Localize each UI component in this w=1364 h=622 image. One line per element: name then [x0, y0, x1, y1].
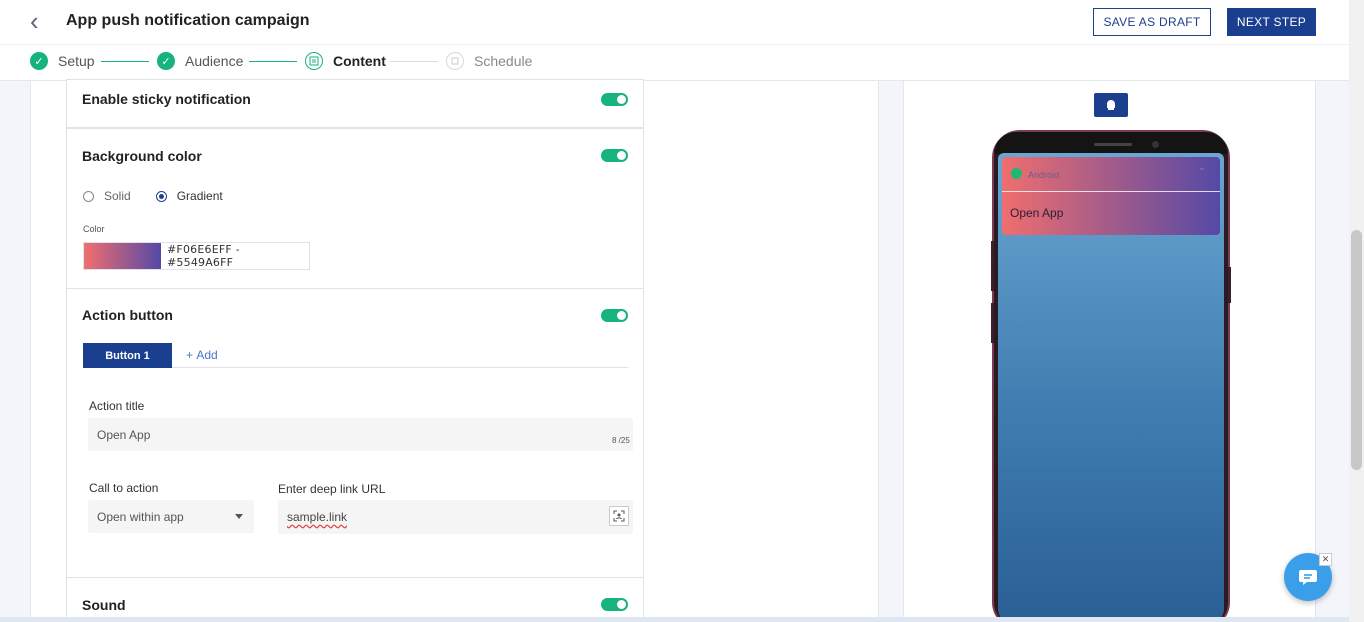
content-form-panel: Enable sticky notification Background co… — [30, 79, 879, 622]
action-title-label: Action title — [89, 399, 145, 413]
color-value: #F06E6EFF - #5549A6FF — [167, 243, 240, 269]
schedule-step-icon — [446, 52, 464, 70]
scan-icon[interactable] — [609, 506, 629, 526]
section-title: Sound — [82, 597, 126, 613]
deep-link-label: Enter deep link URL — [278, 482, 386, 496]
save-as-draft-button[interactable]: SAVE AS DRAFT — [1093, 8, 1211, 36]
notification-header: Android ⌃ — [1002, 157, 1220, 192]
radio-label: Gradient — [176, 189, 223, 203]
step-content[interactable]: Content — [305, 52, 386, 70]
background-color-card: Background color Solid Gradient Color #F… — [66, 128, 644, 289]
step-schedule[interactable]: Schedule — [446, 52, 532, 70]
sticky-notification-card: Enable sticky notification — [66, 79, 644, 128]
phone-power-button — [1228, 267, 1231, 303]
header-divider — [0, 44, 1349, 45]
phone-mockup: Android ⌃ Open App — [992, 130, 1230, 622]
solid-radio[interactable] — [83, 190, 94, 202]
step-label: Content — [333, 53, 386, 69]
call-to-action-select[interactable]: Open within app — [88, 500, 254, 533]
add-label: Add — [196, 348, 218, 362]
action-title-value: Open App — [97, 427, 151, 442]
caret-down-icon — [235, 514, 243, 519]
check-icon: ✓ — [30, 52, 48, 70]
radio-label: Solid — [104, 189, 131, 203]
sound-toggle[interactable] — [601, 598, 628, 611]
gradient-swatch[interactable] — [84, 243, 161, 269]
chevron-up-icon: ⌃ — [1197, 167, 1206, 178]
step-label: Setup — [58, 53, 95, 69]
sound-card: Sound — [66, 577, 644, 622]
scrollbar-thumb[interactable] — [1351, 230, 1362, 470]
step-label: Audience — [185, 53, 244, 69]
notification-preview: Android ⌃ Open App — [1002, 157, 1220, 235]
cta-selected-value: Open within app — [97, 509, 184, 524]
step-connector — [390, 61, 438, 62]
step-label: Schedule — [474, 53, 533, 69]
deep-link-input[interactable]: sample.link — [278, 500, 633, 534]
phone-speaker — [1094, 143, 1132, 146]
chevron-left-icon[interactable]: ‹ — [30, 8, 50, 34]
action-button-toggle[interactable] — [601, 309, 628, 322]
preview-panel: Android ⌃ Open App — [903, 81, 1316, 622]
android-icon[interactable] — [1094, 93, 1128, 117]
color-type-radio-group: Solid Gradient — [83, 189, 223, 203]
phone-side-button — [991, 303, 994, 343]
content-step-icon — [305, 52, 323, 70]
call-to-action-label: Call to action — [89, 481, 159, 495]
step-audience[interactable]: ✓ Audience — [157, 52, 243, 70]
background-toggle[interactable] — [601, 149, 628, 162]
step-connector — [101, 61, 149, 62]
section-title: Action button — [82, 307, 173, 323]
gradient-radio[interactable] — [155, 190, 167, 202]
section-title: Enable sticky notification — [82, 91, 251, 107]
page-title: App push notification campaign — [66, 12, 310, 29]
color-picker[interactable]: #F06E6EFF - #5549A6FF — [83, 242, 310, 270]
phone-camera — [1152, 141, 1159, 148]
phone-side-button — [991, 241, 994, 291]
deep-link-value: sample.link — [287, 510, 348, 524]
color-label: Color — [83, 224, 105, 234]
action-title-input[interactable]: Open App — [88, 418, 633, 451]
phone-screen: Android ⌃ Open App — [998, 153, 1224, 622]
step-connector — [249, 61, 297, 62]
character-counter: 8 /25 — [612, 436, 630, 445]
sticky-toggle[interactable] — [601, 93, 628, 106]
notification-app-name: Android — [1028, 170, 1060, 180]
notification-text: Open App — [1010, 206, 1064, 220]
bottom-strip — [0, 617, 1349, 622]
app-icon — [1011, 168, 1022, 179]
plus-icon: + — [186, 348, 197, 362]
button-tabs: Button 1 + Add — [83, 343, 628, 368]
next-step-button[interactable]: NEXT STEP — [1227, 8, 1316, 36]
close-icon[interactable]: ✕ — [1319, 553, 1332, 566]
check-icon: ✓ — [157, 52, 175, 70]
step-setup[interactable]: ✓ Setup — [30, 52, 95, 70]
add-button-tab[interactable]: + Add — [186, 348, 218, 362]
action-button-card: Action button Button 1 + Add Action titl… — [66, 288, 644, 579]
section-title: Background color — [82, 148, 202, 164]
tab-button-1[interactable]: Button 1 — [83, 343, 172, 368]
